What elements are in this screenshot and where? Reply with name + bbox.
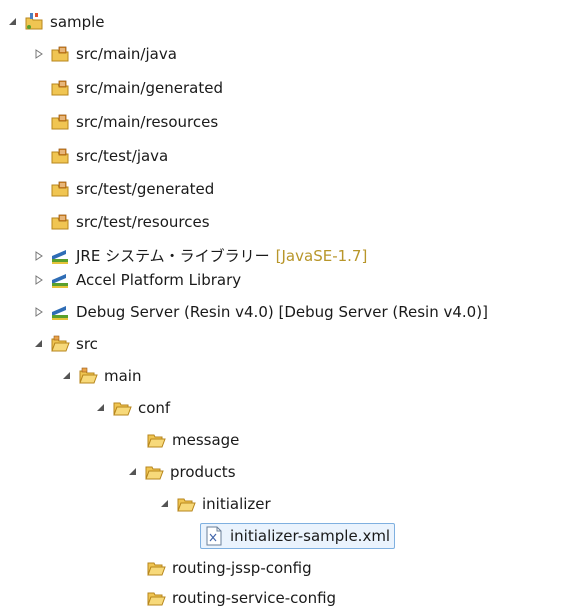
tree-item-label: conf: [138, 399, 171, 417]
tree-item-label: initializer: [202, 495, 271, 513]
tree-item-accel-platform-library[interactable]: Accel Platform Library: [32, 264, 241, 296]
tree-item-src-main-generated[interactable]: src/main/generated: [50, 72, 223, 104]
collapsed-triangle-icon[interactable]: [32, 47, 46, 61]
tree-item-label: src: [76, 335, 98, 353]
tree-item-initializer[interactable]: initializer: [158, 488, 271, 520]
source-folder-icon: [50, 146, 70, 166]
tree-item-products[interactable]: products: [126, 456, 236, 488]
tree-item-label: main: [104, 367, 142, 385]
tree-item-debug-server-library[interactable]: Debug Server (Resin v4.0) [Debug Server …: [32, 296, 488, 328]
tree-item-initializer-sample-xml[interactable]: initializer-sample.xml: [200, 520, 396, 552]
selection-highlight[interactable]: initializer-sample.xml: [200, 523, 396, 549]
library-icon: [50, 302, 70, 322]
open-package-folder-icon: [50, 334, 70, 354]
tree-item-src-test-java[interactable]: src/test/java: [50, 140, 168, 172]
tree-item-message[interactable]: message: [146, 424, 239, 456]
tree-item-main[interactable]: main: [60, 360, 141, 392]
expanded-triangle-icon[interactable]: [60, 369, 74, 383]
tree-item-label: Debug Server (Resin v4.0) [Debug Server …: [76, 303, 488, 321]
tree-item-label: src/main/resources: [76, 113, 219, 131]
tree-item-src-main-resources[interactable]: src/main/resources: [50, 106, 218, 138]
source-folder-icon: [50, 44, 70, 64]
tree-item-label: initializer-sample.xml: [230, 527, 391, 545]
tree-item-label: src/main/java: [76, 45, 177, 63]
tree-item-label: src/test/resources: [76, 213, 210, 231]
library-icon: [50, 270, 70, 290]
collapsed-triangle-icon[interactable]: [32, 249, 46, 263]
collapsed-triangle-icon[interactable]: [32, 273, 46, 287]
xml-file-icon: [204, 526, 224, 546]
source-folder-icon: [50, 212, 70, 232]
tree-item-src-test-generated[interactable]: src/test/generated: [50, 173, 214, 205]
project-explorer-tree: sample src/main/java src/main/generated: [0, 0, 578, 608]
open-folder-icon: [146, 558, 166, 578]
source-folder-icon: [50, 179, 70, 199]
tree-item-label: routing-jssp-config: [172, 559, 312, 577]
tree-item-label: src/test/generated: [76, 180, 215, 198]
tree-item-label: src/test/java: [76, 147, 169, 165]
tree-item-src-test-resources[interactable]: src/test/resources: [50, 206, 210, 238]
tree-item-label: JRE システム・ライブラリー: [76, 247, 270, 265]
open-folder-icon: [112, 398, 132, 418]
expanded-triangle-icon[interactable]: [126, 465, 140, 479]
open-folder-icon: [144, 462, 164, 482]
open-folder-icon: [176, 494, 196, 514]
tree-item-sample[interactable]: sample: [6, 6, 105, 38]
open-folder-icon: [146, 430, 166, 450]
tree-item-decoration: [JavaSE-1.7]: [275, 247, 368, 265]
source-folder-icon: [50, 78, 70, 98]
tree-item-routing-jssp-config[interactable]: routing-jssp-config: [146, 552, 312, 584]
tree-item-label: products: [170, 463, 236, 481]
expanded-triangle-icon[interactable]: [94, 401, 108, 415]
tree-item-label: sample: [50, 13, 105, 31]
tree-item-conf[interactable]: conf: [94, 392, 170, 424]
open-package-folder-icon: [78, 366, 98, 386]
collapsed-triangle-icon[interactable]: [32, 305, 46, 319]
tree-item-routing-service-config[interactable]: routing-service-config: [146, 582, 336, 614]
open-folder-icon: [146, 588, 166, 608]
tree-item-label: routing-service-config: [172, 589, 337, 607]
tree-item-src[interactable]: src: [32, 328, 98, 360]
tree-item-label: message: [172, 431, 240, 449]
tree-item-src-main-java[interactable]: src/main/java: [32, 38, 177, 70]
tree-item-label: Accel Platform Library: [76, 271, 242, 289]
expanded-triangle-icon[interactable]: [32, 337, 46, 351]
expanded-triangle-icon[interactable]: [158, 497, 172, 511]
source-folder-icon: [50, 112, 70, 132]
java-project-icon: [24, 12, 44, 32]
library-icon: [50, 246, 70, 266]
tree-item-label: src/main/generated: [76, 79, 223, 97]
expanded-triangle-icon[interactable]: [6, 15, 20, 29]
